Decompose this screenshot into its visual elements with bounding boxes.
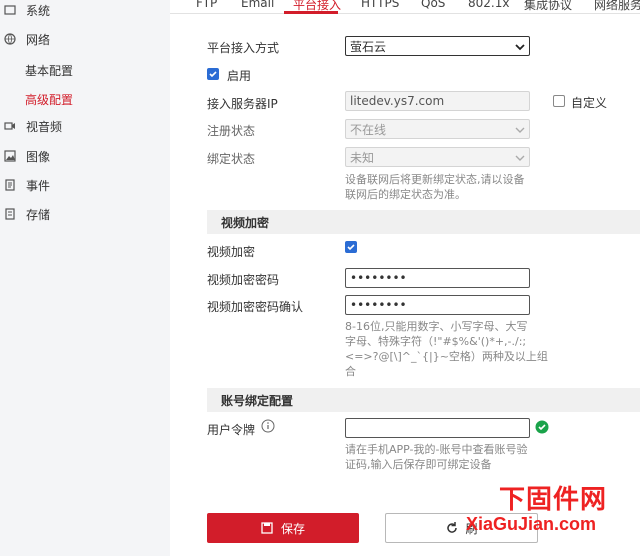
sidebar-item-label: 网络 <box>26 32 51 47</box>
tab-8021x[interactable]: 802.1x <box>468 0 509 10</box>
tab-email[interactable]: Email <box>241 0 274 10</box>
encrypt-key-field[interactable]: •••••••• <box>345 268 530 288</box>
sidebar-item-network[interactable]: 网络 <box>0 25 50 53</box>
sidebar-item-event[interactable]: 事件 <box>0 171 50 199</box>
tab-https[interactable]: HTTPS <box>361 0 399 10</box>
sidebar-item-video-audio[interactable]: 视音频 <box>0 112 62 140</box>
tab-ftp[interactable]: FTP <box>196 0 217 10</box>
encrypt-key-value: •••••••• <box>350 271 407 285</box>
tab-qos[interactable]: QoS <box>421 0 445 10</box>
encrypt-key-confirm-field[interactable]: •••••••• <box>345 295 530 315</box>
valid-check-icon <box>535 420 549 437</box>
access-mode-label: 平台接入方式 <box>207 41 280 55</box>
account-bind-section-title: 账号绑定配置 <box>207 388 640 412</box>
bind-status-value: 未知 <box>350 150 375 165</box>
video-encrypt-checkbox[interactable] <box>345 241 357 253</box>
image-icon <box>4 150 16 162</box>
server-ip-field[interactable]: litedev.ys7.com <box>345 91 530 111</box>
chevron-down-icon <box>515 152 525 162</box>
encrypt-key-confirm-label: 视频加密密码确认 <box>207 300 304 314</box>
chevron-down-icon <box>515 124 525 134</box>
active-tab-indicator <box>284 11 338 14</box>
user-token-hint: 请在手机APP-我的-账号中查看账号验 证码,输入后保存即可绑定设备 <box>345 443 528 471</box>
bind-status-select[interactable]: 未知 <box>345 147 530 167</box>
sidebar-item-label: 系统 <box>26 3 51 18</box>
sidebar-item-label: 视音频 <box>26 119 63 134</box>
chevron-down-icon <box>515 41 525 51</box>
storage-icon <box>4 208 16 220</box>
tab-integration-protocol[interactable]: 集成协议 <box>524 0 572 13</box>
enable-checkbox[interactable] <box>207 68 219 80</box>
sidebar-subitem-basic[interactable]: 基本配置 <box>25 62 73 79</box>
sidebar-subitem-advanced[interactable]: 高级配置 <box>25 91 73 108</box>
server-ip-value: litedev.ys7.com <box>350 94 445 108</box>
sidebar-item-label: 存储 <box>26 207 51 222</box>
encrypt-key-hint: 8-16位,只能用数字、小写字母、大写 字母、特殊字符（!"#$%&'()*+,… <box>345 320 548 378</box>
watermark-en: XiaGuJian.com <box>466 514 597 534</box>
bind-status-label: 绑定状态 <box>207 152 256 166</box>
system-icon <box>4 4 16 16</box>
sidebar-item-storage[interactable]: 存储 <box>0 200 50 228</box>
network-icon <box>4 33 16 45</box>
reg-status-value: 不在线 <box>350 122 387 137</box>
info-icon[interactable] <box>261 419 275 436</box>
watermark-cn: 下固件网 <box>499 485 608 515</box>
video-encrypt-section-title: 视频加密 <box>207 210 640 234</box>
custom-label: 自定义 <box>571 96 608 110</box>
custom-checkbox[interactable] <box>553 95 565 107</box>
event-icon <box>4 179 16 191</box>
encrypt-key-label: 视频加密密码 <box>207 273 280 287</box>
video-audio-icon <box>4 120 16 132</box>
enable-label: 启用 <box>227 69 252 83</box>
user-token-field[interactable] <box>345 418 530 438</box>
save-button-label: 保存 <box>280 521 305 536</box>
save-button[interactable]: 保存 <box>207 513 359 543</box>
video-encrypt-label: 视频加密 <box>207 245 256 259</box>
reg-status-select[interactable]: 不在线 <box>345 119 530 139</box>
save-icon <box>261 522 273 534</box>
bind-status-hint: 设备联网后将更新绑定状态,请以设备 联网后的绑定状态为准。 <box>345 173 525 201</box>
reg-status-label: 注册状态 <box>207 124 256 138</box>
sidebar-item-label: 事件 <box>26 178 51 193</box>
sidebar-item-label: 图像 <box>26 149 51 164</box>
access-mode-select[interactable]: 萤石云 <box>345 36 530 56</box>
user-token-label: 用户令牌 <box>207 423 256 437</box>
encrypt-key-confirm-value: •••••••• <box>350 298 407 312</box>
sidebar: 系统 网络 基本配置 高级配置 视音频 图像 事件 存储 <box>0 0 170 556</box>
sidebar-item-image[interactable]: 图像 <box>0 142 50 170</box>
access-mode-value: 萤石云 <box>350 39 387 54</box>
server-ip-label: 接入服务器IP <box>207 97 278 111</box>
refresh-icon <box>445 521 459 535</box>
sidebar-item-system[interactable]: 系统 <box>0 0 50 24</box>
tab-network-service[interactable]: 网络服务 <box>594 0 640 13</box>
